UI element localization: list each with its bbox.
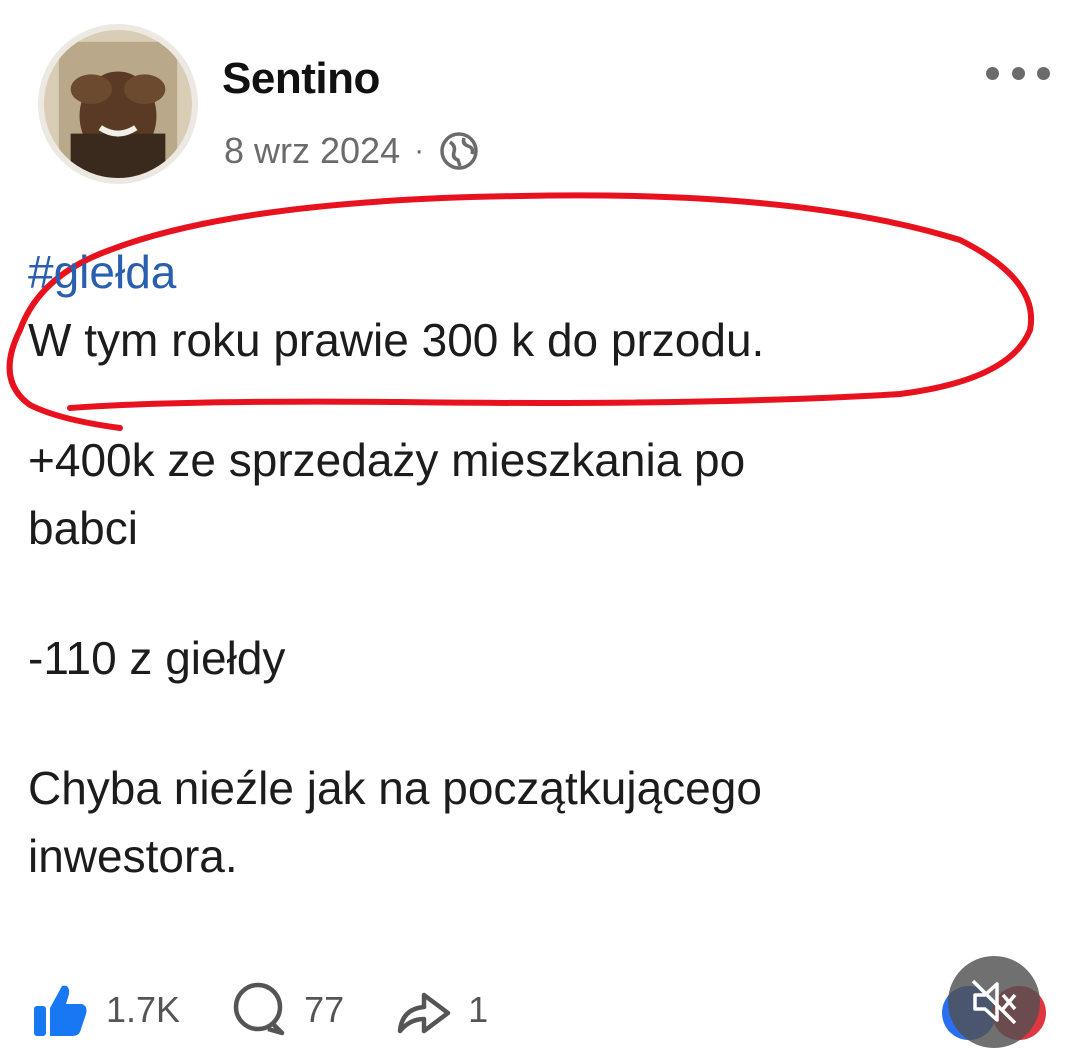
avatar-photo (44, 30, 192, 178)
comment-bubble-icon (233, 982, 285, 1036)
globe-icon (438, 130, 480, 172)
highlighted-line: W tym roku prawie 300 k do przodu. (28, 314, 765, 366)
post-text: #giełda W tym roku prawie 300 k do przod… (28, 238, 1028, 890)
comment-count: 77 (304, 989, 345, 1030)
comment-button[interactable]: 77 (228, 979, 344, 1041)
post-date[interactable]: 8 wrz 2024 (224, 130, 400, 172)
like-button[interactable]: 1.7K (28, 978, 180, 1042)
avatar[interactable] (38, 24, 198, 184)
more-options-button[interactable] (986, 58, 1050, 88)
text-line: -110 z giełdy (28, 632, 286, 684)
share-button[interactable]: 1 (392, 979, 488, 1041)
like-count: 1.7K (106, 989, 181, 1030)
text-line: +400k ze sprzedaży mieszkania po (28, 434, 746, 486)
share-arrow-icon (397, 992, 451, 1034)
paragraph-stock-loss: -110 z giełdy (28, 624, 1028, 692)
share-count: 1 (468, 989, 489, 1030)
more-dot-icon (1011, 66, 1025, 80)
meta-separator: · (414, 134, 425, 167)
more-dot-icon (1037, 66, 1050, 80)
thumbs-up-icon (34, 985, 87, 1036)
more-dot-icon (986, 66, 999, 80)
mute-toggle-button[interactable] (942, 956, 1046, 1048)
text-line: Chyba nieźle jak na początkującego (28, 762, 762, 814)
post-meta: 8 wrz 2024 · (224, 128, 480, 174)
post-stats-bar: 1.7K 77 1 (28, 975, 536, 1045)
text-line: inwestora. (28, 830, 238, 882)
hashtag-link[interactable]: #giełda (28, 238, 1028, 306)
author-name[interactable]: Sentino (222, 54, 380, 104)
paragraph-conclusion: Chyba nieźle jak na początkującego inwes… (28, 754, 1028, 890)
mute-speaker-icon (948, 956, 1040, 1048)
text-line: babci (28, 502, 138, 554)
paragraph-sale: +400k ze sprzedaży mieszkania po babci (28, 426, 1028, 562)
